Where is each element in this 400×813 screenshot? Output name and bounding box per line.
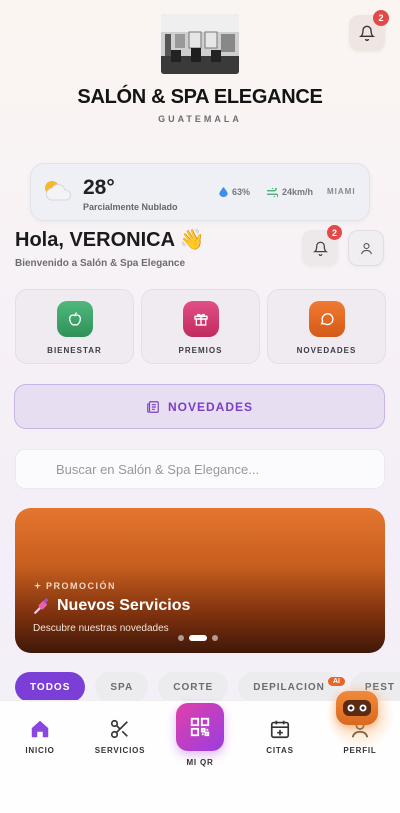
greeting-subtitle: Bienvenido a Salón & Spa Elegance xyxy=(15,258,186,269)
home-icon xyxy=(31,720,49,738)
nail-polish-icon xyxy=(34,598,49,614)
category-chip-corte[interactable]: CORTE xyxy=(158,672,229,702)
novedades-button-label: NOVEDADES xyxy=(167,399,253,414)
category-chip-spa[interactable]: SPA xyxy=(95,672,149,702)
brand-subtitle: GUATEMALA xyxy=(158,114,242,124)
nav-label: SERVICIOS xyxy=(94,746,146,755)
carousel-indicator xyxy=(178,635,218,641)
user-icon xyxy=(360,242,372,254)
ai-assistant-button[interactable] xyxy=(336,691,378,725)
quick-action-novedades[interactable]: NOVEDADES xyxy=(267,289,386,364)
weather-wind: 24km/h xyxy=(267,187,313,197)
quick-action-label: NOVEDADES xyxy=(296,346,357,355)
promo-title: Nuevos Servicios xyxy=(33,597,190,615)
notification-badge: 2 xyxy=(373,10,389,26)
weather-description: Parcialmente Nublado xyxy=(83,202,178,212)
apple-icon xyxy=(56,301,93,337)
salon-logo-image xyxy=(161,14,239,74)
weather-temperature: 28° xyxy=(83,176,115,199)
wind-icon xyxy=(267,187,278,197)
carousel-dot[interactable] xyxy=(212,635,218,641)
carousel-dot-active[interactable] xyxy=(189,635,207,641)
search-bar[interactable] xyxy=(15,449,385,489)
newspaper-icon xyxy=(147,400,159,413)
bell-icon xyxy=(312,241,328,256)
notifications-button[interactable]: 2 xyxy=(349,10,389,51)
promo-tag-label: PROMOCIÓN xyxy=(46,581,117,591)
weather-wind-value: 24km/h xyxy=(282,187,314,197)
notifications-button-secondary[interactable]: 2 xyxy=(302,225,342,266)
gift-icon xyxy=(182,301,219,337)
quick-action-premios[interactable]: PREMIOS xyxy=(141,289,260,364)
nav-label: MI QR xyxy=(186,758,214,767)
category-chip-depilacion[interactable]: DEPILACION xyxy=(238,672,340,702)
nav-inicio[interactable]: INICIO xyxy=(0,718,80,755)
promo-subtitle: Descubre nuestras novedades xyxy=(33,623,169,634)
weather-humidity-value: 63% xyxy=(232,187,251,197)
greeting-title: Hola, VERONICA 👋 xyxy=(15,229,205,251)
nav-label: CITAS xyxy=(266,746,294,755)
promo-title-text: Nuevos Servicios xyxy=(57,597,191,614)
weather-card: 28° Parcialmente Nublado 63% 24km/h MIAM… xyxy=(30,163,370,221)
weather-city: MIAMI xyxy=(327,187,356,196)
brand-title: SALÓN & SPA ELEGANCE xyxy=(77,86,323,108)
partly-cloudy-icon xyxy=(45,181,72,201)
chat-bubble-icon xyxy=(308,301,345,337)
carousel-dot[interactable] xyxy=(178,635,184,641)
category-chip-todos[interactable]: TODOS xyxy=(15,672,86,702)
ai-badge: AI xyxy=(328,677,345,686)
promo-tag: PROMOCIÓN xyxy=(33,581,116,591)
quick-action-bienestar[interactable]: BIENESTAR xyxy=(15,289,134,364)
profile-button[interactable] xyxy=(348,230,384,266)
scissors-icon xyxy=(110,719,128,739)
novedades-button[interactable]: NOVEDADES xyxy=(14,384,385,429)
nav-mi-qr-button[interactable] xyxy=(176,703,224,751)
nav-citas[interactable]: CITAS xyxy=(240,718,320,755)
nav-label: INICIO xyxy=(25,746,55,755)
promo-banner[interactable]: PROMOCIÓN Nuevos Servicios Descubre nues… xyxy=(15,508,385,653)
quick-action-label: BIENESTAR xyxy=(47,346,102,355)
quick-action-label: PREMIOS xyxy=(178,346,223,355)
bell-icon xyxy=(359,25,375,41)
calendar-plus-icon xyxy=(270,720,290,739)
sparkle-icon xyxy=(33,581,42,589)
weather-humidity: 63% xyxy=(219,187,250,197)
droplet-icon xyxy=(219,187,228,197)
search-input[interactable] xyxy=(56,461,356,477)
nav-servicios[interactable]: SERVICIOS xyxy=(80,718,160,755)
robot-icon xyxy=(343,700,371,716)
qr-code-icon xyxy=(190,717,210,737)
notification-badge: 2 xyxy=(327,225,342,240)
